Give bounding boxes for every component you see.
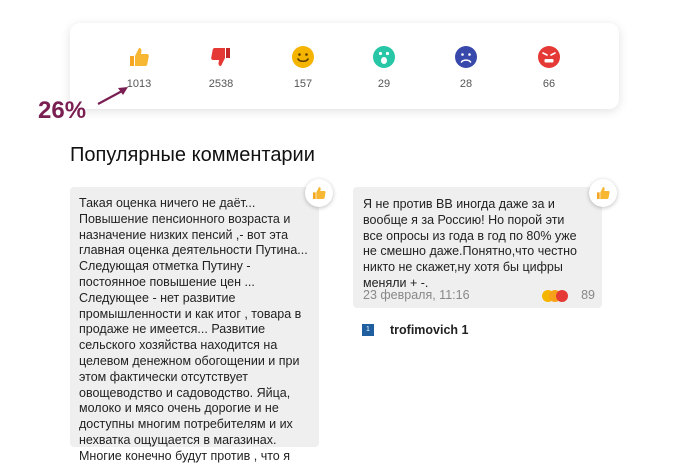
thumbs-up-icon [130,48,149,66]
reaction-angry-count: 66 [542,78,556,90]
reaction-summary-icon [542,290,568,302]
comment-reaction-count: 89 [581,288,595,302]
comment-text: Я не против ВВ иногда даже за и вообще я… [363,197,577,290]
comment-card: Такая оценка ничего не даёт... Повышение… [70,187,319,463]
annotation-arrow-icon [97,87,128,105]
reaction-smile-count: 157 [293,78,313,90]
reaction-surprise-count: 29 [377,78,391,90]
comment-like-badge[interactable] [589,179,617,207]
reaction-sad[interactable]: 28 [436,45,496,90]
reactions-panel: 1013 2538 157 29 28 66 [70,23,619,109]
author-name[interactable]: trofimovich 1 [390,323,469,337]
comment-like-badge[interactable] [305,179,333,207]
angry-emoji-icon [538,46,560,68]
reaction-dislike-count: 2538 [208,78,234,90]
thumbs-down-icon [211,48,230,66]
section-title: Популярные комментарии [70,144,315,166]
thumbs-up-icon [597,187,610,199]
reaction-smile[interactable]: 157 [273,45,333,90]
comment-date: 23 февраля, 11:16 [363,288,470,302]
thumbs-up-icon [313,187,326,199]
reaction-surprise[interactable]: 29 [354,45,414,90]
reaction-dislike[interactable]: 2538 [191,45,251,90]
sad-emoji-icon [455,46,477,68]
percent-annotation: 26% [38,97,87,124]
reaction-angry[interactable]: 66 [519,45,579,90]
comment-meta: 23 февраля, 11:16 89 [363,288,595,304]
reaction-sad-count: 28 [459,78,473,90]
comment-text: Такая оценка ничего не даёт... Повышение… [79,196,308,463]
comment-card: Я не против ВВ иногда даже за и вообще я… [353,187,602,308]
surprised-emoji-icon [373,46,395,68]
smile-emoji-icon [292,46,314,68]
avatar: 1 [362,324,374,336]
